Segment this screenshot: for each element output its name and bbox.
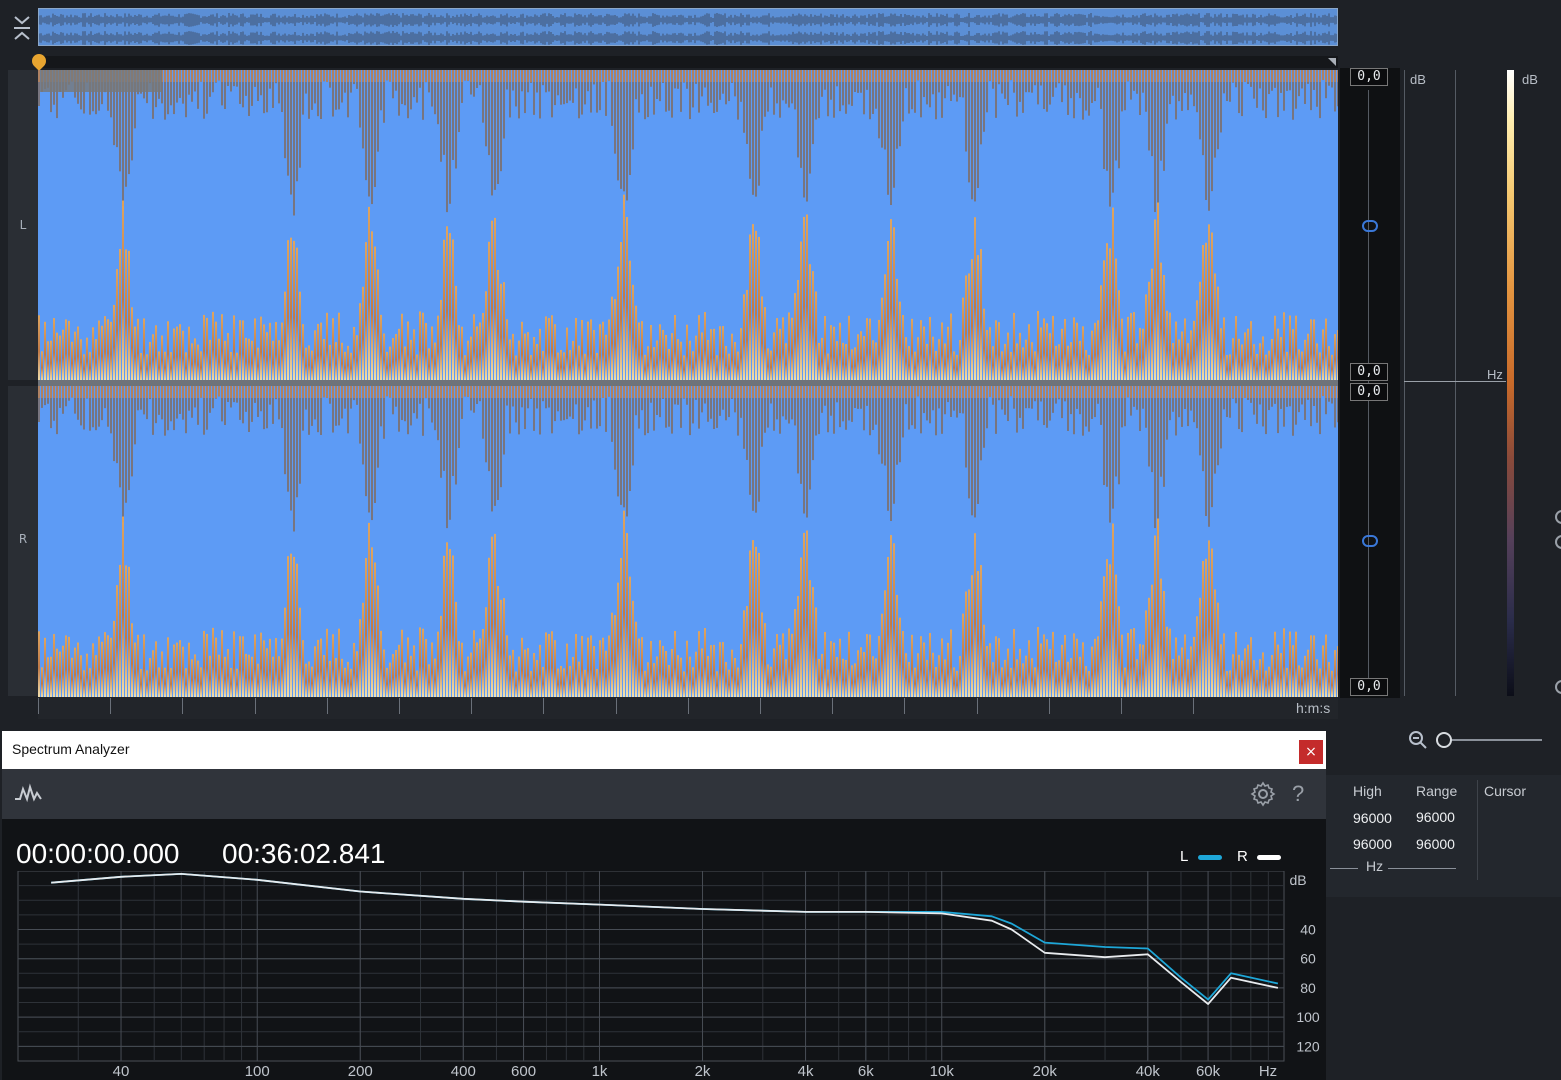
x-tick-label: 1k bbox=[592, 1063, 608, 1080]
zoom-slider-handle[interactable] bbox=[1436, 732, 1452, 748]
y-tick-label: 60 bbox=[1300, 951, 1316, 967]
unit-rule-right bbox=[1388, 868, 1456, 869]
time-tick bbox=[904, 698, 906, 714]
collapse-icon bbox=[14, 16, 30, 40]
y-tick-label: 40 bbox=[1300, 921, 1316, 937]
collapse-overview-button[interactable] bbox=[10, 14, 34, 42]
range-header: Range bbox=[1416, 783, 1458, 799]
x-tick-label: 2k bbox=[695, 1063, 711, 1080]
x-tick-label: 4k bbox=[798, 1063, 814, 1080]
hz-unit-label: Hz bbox=[1366, 858, 1384, 874]
y-tick-label: 80 bbox=[1300, 980, 1316, 996]
time-tick bbox=[615, 698, 617, 714]
top-ruler[interactable] bbox=[38, 56, 1338, 68]
x-tick-label: 600 bbox=[511, 1063, 536, 1080]
time-tick bbox=[399, 698, 400, 714]
scale-panel bbox=[1400, 68, 1506, 698]
time-tick bbox=[687, 698, 689, 714]
time-tick bbox=[471, 698, 473, 714]
overview-waveform bbox=[39, 9, 1337, 45]
range-value-1[interactable]: 96000 bbox=[1416, 809, 1455, 825]
end-time: 00:36:02.841 bbox=[222, 838, 386, 869]
end-marker-icon[interactable] bbox=[1328, 58, 1336, 66]
readout-left-bottom: 0,0 bbox=[1350, 363, 1388, 381]
db-scale-title: dB bbox=[1410, 72, 1426, 87]
readout-right-top: 0,0 bbox=[1350, 383, 1388, 401]
gain-handle-left[interactable] bbox=[1362, 220, 1378, 232]
spectrum-analyzer-window: Spectrum Analyzer × ? 00:00:00.000 00:36… bbox=[2, 731, 1326, 1080]
channel-label-right: R bbox=[18, 532, 28, 546]
time-tick bbox=[832, 698, 834, 714]
window-titlebar[interactable] bbox=[2, 731, 1326, 769]
time-tick bbox=[760, 698, 761, 714]
settings-gear-icon[interactable] bbox=[1250, 781, 1276, 811]
time-tick bbox=[1121, 698, 1122, 714]
y-tick-label: 100 bbox=[1296, 1009, 1320, 1025]
side-toggle-icon[interactable] bbox=[1555, 510, 1561, 524]
side-toggle-icon[interactable] bbox=[1555, 535, 1561, 549]
range-value-2[interactable]: 96000 bbox=[1416, 836, 1455, 852]
time-tick bbox=[1048, 698, 1050, 714]
time-tick bbox=[976, 698, 978, 714]
hz-unit-label: Hz bbox=[1487, 367, 1503, 382]
side-toggle-icon[interactable] bbox=[1555, 680, 1561, 694]
analyzer-toolbar bbox=[2, 769, 1326, 819]
start-time: 00:00:00.000 bbox=[16, 838, 180, 869]
x-tick-label: 20k bbox=[1033, 1063, 1058, 1080]
db-axis-line bbox=[1404, 70, 1405, 696]
x-tick-label: 100 bbox=[245, 1063, 270, 1080]
time-tick bbox=[110, 698, 112, 714]
channel-strip-left[interactable]: L bbox=[8, 70, 38, 380]
colorbar-title: dB bbox=[1522, 72, 1538, 87]
gain-handle-right[interactable] bbox=[1362, 535, 1378, 547]
time-tick bbox=[254, 698, 256, 714]
waveform-icon[interactable] bbox=[14, 783, 42, 807]
time-tick bbox=[1193, 698, 1195, 714]
legend-label-r: R bbox=[1237, 848, 1248, 865]
legend-swatch-r bbox=[1257, 855, 1281, 860]
x-tick-label: 40 bbox=[113, 1063, 130, 1080]
colorbar bbox=[1507, 70, 1514, 696]
x-tick-label: 10k bbox=[930, 1063, 955, 1080]
zoom-out-icon[interactable] bbox=[1408, 730, 1428, 754]
legend-label-l: L bbox=[1180, 848, 1189, 865]
cursor-header: Cursor bbox=[1484, 783, 1527, 799]
y-unit-label: dB bbox=[1289, 872, 1306, 888]
help-button[interactable]: ? bbox=[1292, 781, 1304, 807]
spectrogram-right-canvas bbox=[38, 386, 1338, 697]
hz-axis-line bbox=[1455, 70, 1456, 696]
x-tick-label: 6k bbox=[858, 1063, 874, 1080]
time-tick bbox=[182, 698, 184, 714]
time-tick bbox=[38, 698, 39, 714]
time-tick bbox=[326, 698, 328, 714]
unit-rule-left bbox=[1330, 868, 1358, 869]
channel-strip-right[interactable]: R bbox=[8, 386, 38, 696]
high-value-1[interactable]: 96000 bbox=[1353, 810, 1392, 826]
high-header: High bbox=[1353, 783, 1382, 799]
spectrogram-left-canvas bbox=[38, 70, 1338, 381]
readout-right-bottom: 0,0 bbox=[1350, 678, 1388, 696]
y-tick-label: 120 bbox=[1296, 1038, 1320, 1054]
time-tick bbox=[543, 698, 545, 714]
panel-divider bbox=[1477, 780, 1478, 880]
zoom-slider-track[interactable] bbox=[1448, 739, 1542, 741]
window-title: Spectrum Analyzer bbox=[12, 741, 130, 757]
selection-box[interactable] bbox=[40, 70, 162, 92]
channel-label-left: L bbox=[19, 218, 27, 232]
time-unit-label: h:m:s bbox=[1296, 700, 1331, 716]
high-value-2[interactable]: 96000 bbox=[1353, 836, 1392, 852]
readout-left-top: 0,0 bbox=[1350, 68, 1388, 86]
x-tick-label: 400 bbox=[451, 1063, 476, 1080]
close-button[interactable]: × bbox=[1299, 740, 1323, 764]
x-tick-label: 40k bbox=[1136, 1063, 1161, 1080]
waveform-overview[interactable] bbox=[38, 8, 1338, 46]
spectrogram-right[interactable] bbox=[38, 386, 1338, 697]
x-unit-label: Hz bbox=[1259, 1063, 1277, 1080]
x-tick-label: 60k bbox=[1196, 1063, 1221, 1080]
x-tick-label: 200 bbox=[348, 1063, 373, 1080]
legend-swatch-l bbox=[1198, 855, 1222, 860]
spectrum-chart[interactable]: 40 100 200 400 600 1k 2k 4k 6k 10k 20k 40k 60k Hz 40 60… bbox=[2, 871, 1326, 1080]
spectrogram-left[interactable] bbox=[38, 70, 1338, 381]
